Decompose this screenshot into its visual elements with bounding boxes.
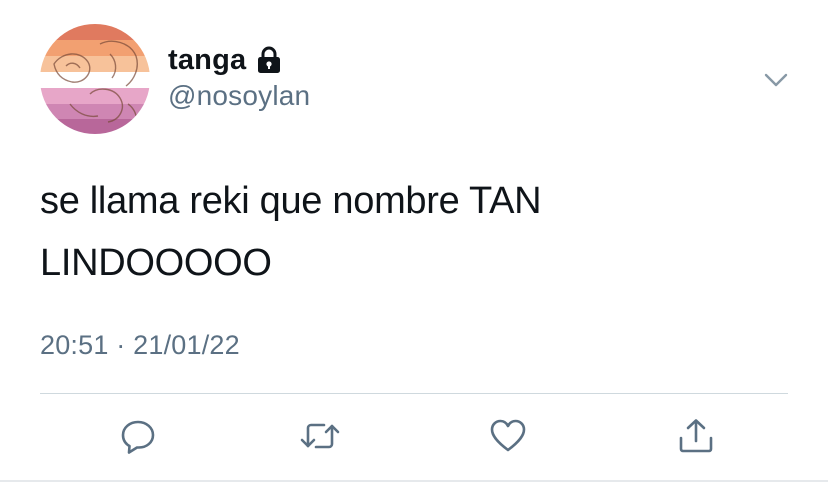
user-name-row: tanga xyxy=(168,40,282,80)
chevron-down-icon[interactable] xyxy=(758,62,794,98)
reply-button[interactable] xyxy=(112,410,164,462)
retweet-icon xyxy=(298,416,342,456)
avatar-image xyxy=(40,24,150,134)
tweet-card: tanga @nosoylan se llama reki que nombre… xyxy=(0,0,828,482)
lock-icon xyxy=(256,46,282,74)
reply-icon xyxy=(118,416,158,456)
tweet-text: se llama reki que nombre TAN LINDOOOOO xyxy=(40,170,780,294)
tweet-timestamp[interactable]: 20:51 · 21/01/22 xyxy=(40,330,240,361)
display-name[interactable]: tanga xyxy=(168,44,246,77)
like-button[interactable] xyxy=(482,410,534,462)
avatar[interactable] xyxy=(40,24,150,134)
tweet-text-line-1: se llama reki que nombre TAN xyxy=(40,180,542,222)
user-handle[interactable]: @nosoylan xyxy=(168,80,310,112)
retweet-button[interactable] xyxy=(294,410,346,462)
share-icon xyxy=(676,416,716,456)
tweet-text-line-2: LINDOOOOO xyxy=(40,242,272,284)
share-button[interactable] xyxy=(670,410,722,462)
heart-icon xyxy=(488,416,528,456)
divider xyxy=(40,393,788,394)
tweet-actions xyxy=(0,410,828,466)
